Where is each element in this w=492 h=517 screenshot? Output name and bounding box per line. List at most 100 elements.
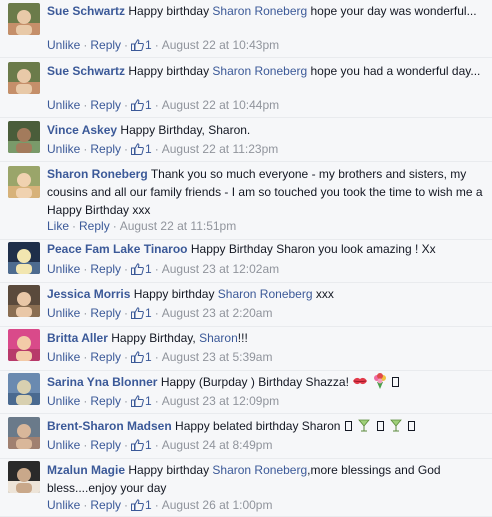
comment-author-link[interactable]: Sarina Yna Blonner bbox=[47, 375, 157, 389]
comment-timestamp[interactable]: August 22 at 11:51pm bbox=[120, 219, 237, 233]
mention-link[interactable]: Sharon Roneberg bbox=[218, 287, 313, 301]
comment: Britta Aller Happy Birthday, Sharon!!! Un… bbox=[0, 327, 492, 371]
unlike-button[interactable]: Unlike bbox=[47, 38, 80, 52]
comment-actions: Unlike · Reply · 1 · August 23 at 12:09pm bbox=[47, 393, 279, 409]
reply-button[interactable]: Reply bbox=[90, 38, 121, 52]
comment: Peace Fam Lake Tinaroo Happy Birthday Sh… bbox=[0, 240, 492, 283]
reply-button[interactable]: Reply bbox=[90, 262, 121, 276]
avatar[interactable] bbox=[8, 121, 40, 153]
comment-text: xxx bbox=[312, 287, 334, 301]
unlike-button[interactable]: Unlike bbox=[47, 306, 80, 320]
comment: Brent-Sharon Madsen Happy belated birthd… bbox=[0, 414, 492, 459]
reply-button[interactable]: Reply bbox=[90, 98, 121, 112]
unlike-button[interactable]: Unlike bbox=[47, 142, 80, 156]
unlike-button[interactable]: Unlike bbox=[47, 394, 80, 408]
comment-timestamp[interactable]: August 23 at 12:02am bbox=[162, 262, 279, 276]
comment-body: Vince Askey Happy Birthday, Sharon. bbox=[47, 121, 484, 139]
avatar[interactable] bbox=[8, 417, 40, 449]
comment-actions: Unlike · Reply · 1 · August 26 at 1:00pm bbox=[47, 497, 272, 513]
comment-text: Happy birthday bbox=[128, 64, 213, 78]
comment-author-link[interactable]: Peace Fam Lake Tinaroo bbox=[47, 242, 188, 256]
comment-timestamp[interactable]: August 22 at 11:23pm bbox=[162, 142, 279, 156]
comment: Sharon Roneberg Thank you so much everyo… bbox=[0, 162, 492, 240]
like-count-number: 1 bbox=[145, 350, 152, 364]
reply-button[interactable]: Reply bbox=[90, 350, 121, 364]
comment-author-link[interactable]: Jessica Morris bbox=[47, 287, 130, 301]
comment-text: Happy belated birthday Sharon bbox=[175, 419, 344, 433]
comment-author-link[interactable]: Brent-Sharon Madsen bbox=[47, 419, 172, 433]
like-count-number: 1 bbox=[145, 98, 152, 112]
comment-author-link[interactable]: Sue Schwartz bbox=[47, 4, 125, 18]
reply-button[interactable]: Reply bbox=[90, 142, 121, 156]
reply-button[interactable]: Reply bbox=[79, 219, 110, 233]
comment-author-link[interactable]: Mzalun Magie bbox=[47, 463, 125, 477]
comment-timestamp[interactable]: August 24 at 8:49pm bbox=[162, 438, 273, 452]
comment-actions: Unlike · Reply · 1 · August 23 at 5:39am bbox=[47, 349, 272, 365]
avatar[interactable] bbox=[8, 3, 40, 35]
separator: · bbox=[124, 394, 129, 408]
reply-button[interactable]: Reply bbox=[90, 306, 121, 320]
cocktail-icon bbox=[388, 417, 404, 438]
comment-author-link[interactable]: Sue Schwartz bbox=[47, 64, 125, 78]
unlike-button[interactable]: Unlike bbox=[47, 262, 80, 276]
like-count-number: 1 bbox=[145, 498, 152, 512]
comment-text: Happy (Burpday ) Birthday Shazza! bbox=[160, 375, 353, 389]
mention-link[interactable]: Sharon Roneberg bbox=[212, 64, 307, 78]
mention-link[interactable]: Sharon bbox=[199, 331, 238, 345]
mention-link[interactable]: Sharon Roneberg bbox=[212, 4, 307, 18]
separator: · bbox=[154, 394, 159, 408]
comment-body: Mzalun Magie Happy birthday Sharon Roneb… bbox=[47, 461, 484, 497]
like-count[interactable]: 1 bbox=[131, 306, 152, 320]
comment-timestamp[interactable]: August 22 at 10:44pm bbox=[162, 98, 279, 112]
separator: · bbox=[154, 350, 159, 364]
avatar[interactable] bbox=[8, 461, 40, 493]
separator: · bbox=[154, 306, 159, 320]
like-button[interactable]: Like bbox=[47, 219, 69, 233]
mention-link[interactable]: Sharon Roneberg bbox=[212, 463, 307, 477]
separator: · bbox=[83, 142, 88, 156]
like-count[interactable]: 1 bbox=[131, 350, 152, 364]
comment-author-link[interactable]: Sharon Roneberg bbox=[47, 167, 148, 181]
comment-timestamp[interactable]: August 23 at 2:20am bbox=[162, 306, 273, 320]
comment-body: Brent-Sharon Madsen Happy belated birthd… bbox=[47, 417, 484, 438]
reply-button[interactable]: Reply bbox=[90, 498, 121, 512]
comment-text: Happy Birthday Sharon you look amazing !… bbox=[190, 242, 436, 256]
like-count[interactable]: 1 bbox=[131, 498, 152, 512]
comment-timestamp[interactable]: August 23 at 5:39am bbox=[162, 350, 273, 364]
avatar[interactable] bbox=[8, 62, 40, 94]
comment-timestamp[interactable]: August 23 at 12:09pm bbox=[162, 394, 279, 408]
comment-text: hope you had a wonderful day... bbox=[307, 64, 481, 78]
like-count[interactable]: 1 bbox=[131, 438, 152, 452]
unlike-button[interactable]: Unlike bbox=[47, 350, 80, 364]
avatar[interactable] bbox=[8, 373, 40, 405]
reply-button[interactable]: Reply bbox=[90, 394, 121, 408]
thumbs-up-icon bbox=[131, 439, 144, 451]
avatar[interactable] bbox=[8, 329, 40, 361]
like-count[interactable]: 1 bbox=[131, 142, 152, 156]
reply-button[interactable]: Reply bbox=[90, 438, 121, 452]
thumbs-up-icon bbox=[131, 307, 144, 319]
comment-timestamp[interactable]: August 26 at 1:00pm bbox=[162, 498, 273, 512]
unlike-button[interactable]: Unlike bbox=[47, 498, 80, 512]
comment-author-link[interactable]: Britta Aller bbox=[47, 331, 108, 345]
unlike-button[interactable]: Unlike bbox=[47, 438, 80, 452]
bouquet-icon bbox=[372, 373, 388, 394]
like-count[interactable]: 1 bbox=[131, 98, 152, 112]
like-count[interactable]: 1 bbox=[131, 262, 152, 276]
avatar[interactable] bbox=[8, 285, 40, 317]
comment: Sarina Yna Blonner Happy (Burpday ) Birt… bbox=[0, 371, 492, 414]
avatar[interactable] bbox=[8, 166, 40, 198]
separator: · bbox=[154, 438, 159, 452]
thumbs-up-icon bbox=[131, 499, 144, 511]
separator: · bbox=[83, 498, 88, 512]
comment-actions: Unlike · Reply · 1 · August 23 at 12:02am bbox=[47, 261, 279, 277]
like-count-number: 1 bbox=[145, 38, 152, 52]
unlike-button[interactable]: Unlike bbox=[47, 98, 80, 112]
like-count[interactable]: 1 bbox=[131, 38, 152, 52]
separator: · bbox=[124, 142, 129, 156]
comment-author-link[interactable]: Vince Askey bbox=[47, 123, 117, 137]
separator: · bbox=[83, 306, 88, 320]
avatar[interactable] bbox=[8, 242, 40, 274]
comment-timestamp[interactable]: August 22 at 10:43pm bbox=[162, 38, 279, 52]
like-count[interactable]: 1 bbox=[131, 394, 152, 408]
